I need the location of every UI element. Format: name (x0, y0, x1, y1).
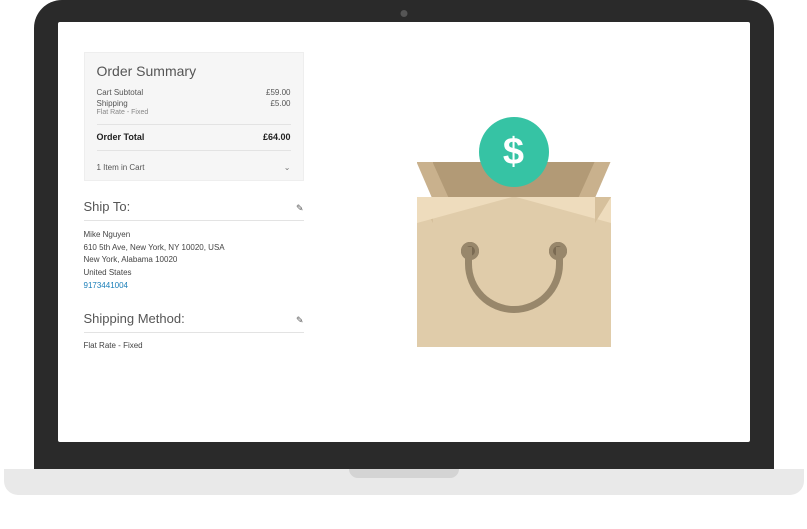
pencil-icon[interactable]: ✎ (296, 315, 304, 326)
address-line1: 610 5th Ave, New York, NY 10020, USA (84, 242, 304, 255)
shipping-sub-row: Flat Rate - Fixed (97, 108, 291, 118)
divider (97, 150, 291, 151)
chevron-down-icon: ⌄ (284, 163, 291, 172)
address-country: United States (84, 267, 304, 280)
shipping-value: £5.00 (270, 98, 290, 109)
pencil-icon[interactable]: ✎ (296, 203, 304, 214)
cart-count-text: 1 Item in Cart (97, 163, 145, 172)
order-total-row: Order Total £64.00 (97, 131, 291, 144)
subtotal-label: Cart Subtotal (97, 87, 144, 98)
camera-dot (400, 10, 407, 17)
shipping-method-header: Shipping Method: ✎ (84, 305, 304, 333)
ship-to-header: Ship To: ✎ (84, 193, 304, 221)
order-total-value: £64.00 (263, 131, 291, 144)
laptop-bezel: Order Summary Cart Subtotal £59.00 Shipp… (34, 0, 774, 470)
cart-items-toggle[interactable]: 1 Item in Cart ⌄ (97, 157, 291, 176)
laptop-mockup: Order Summary Cart Subtotal £59.00 Shipp… (34, 0, 774, 495)
divider (97, 124, 291, 125)
order-summary-title: Order Summary (97, 63, 291, 79)
illustration-area: $ (304, 52, 724, 412)
dollar-coin-icon: $ (479, 117, 549, 187)
ship-to-title: Ship To: (84, 199, 131, 214)
dollar-symbol: $ (503, 131, 524, 174)
ship-to-address: Mike Nguyen 610 5th Ave, New York, NY 10… (84, 221, 304, 297)
checkout-sidebar: Order Summary Cart Subtotal £59.00 Shipp… (84, 52, 304, 412)
screen: Order Summary Cart Subtotal £59.00 Shipp… (58, 22, 750, 442)
laptop-base (4, 469, 804, 495)
subtotal-row: Cart Subtotal £59.00 (97, 87, 291, 98)
subtotal-value: £59.00 (266, 87, 290, 98)
address-line2: New York, Alabama 10020 (84, 254, 304, 267)
bag-fold-left-light (417, 197, 512, 223)
address-name: Mike Nguyen (84, 229, 304, 242)
laptop-notch (349, 469, 459, 478)
order-total-label: Order Total (97, 131, 145, 144)
shipping-sublabel: Flat Rate - Fixed (97, 108, 149, 118)
order-summary-panel: Order Summary Cart Subtotal £59.00 Shipp… (84, 52, 304, 181)
address-phone[interactable]: 9173441004 (84, 280, 304, 293)
bag-fold-right-dark (595, 197, 611, 223)
shopping-bag-illustration: $ (409, 117, 619, 347)
shipping-method-value: Flat Rate - Fixed (84, 333, 304, 350)
shipping-method-title: Shipping Method: (84, 311, 185, 326)
